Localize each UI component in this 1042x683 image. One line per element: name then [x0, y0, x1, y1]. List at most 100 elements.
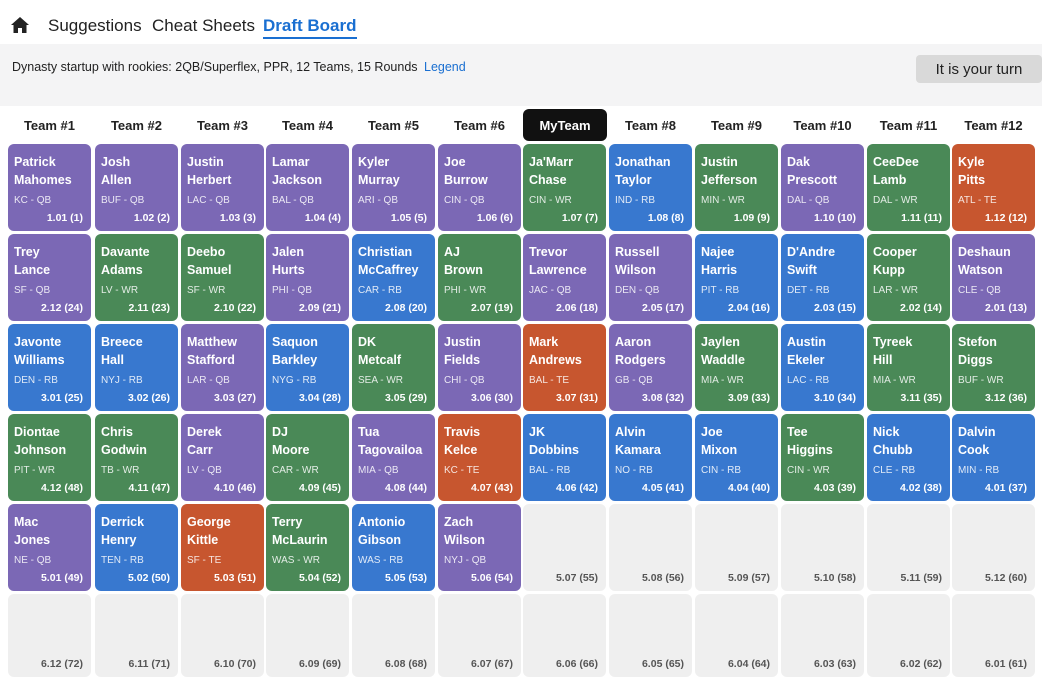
empty-pick-slot[interactable]: 5.12 (60) — [952, 504, 1035, 591]
team-header-7[interactable]: MyTeam — [523, 109, 607, 141]
player-pick-card[interactable]: Justin Fields CHI - QB 3.06 (30) — [438, 324, 521, 411]
player-team-position: BAL - RB — [529, 465, 571, 476]
tab-draft-board[interactable]: Draft Board — [263, 16, 357, 39]
empty-pick-slot[interactable]: 6.02 (62) — [867, 594, 950, 677]
empty-pick-slot[interactable]: 6.10 (70) — [181, 594, 264, 677]
player-pick-card[interactable]: Mark Andrews BAL - TE 3.07 (31) — [523, 324, 606, 411]
player-pick-card[interactable]: Patrick Mahomes KC - QB 1.01 (1) — [8, 144, 91, 231]
player-pick-card[interactable]: Justin Herbert LAC - QB 1.03 (3) — [181, 144, 264, 231]
home-icon[interactable] — [10, 16, 30, 34]
team-header-1[interactable]: Team #1 — [8, 109, 91, 141]
player-pick-card[interactable]: Justin Jefferson MIN - WR 1.09 (9) — [695, 144, 778, 231]
player-last-name: Kamara — [615, 443, 661, 457]
empty-pick-slot[interactable]: 5.07 (55) — [523, 504, 606, 591]
player-pick-card[interactable]: Breece Hall NYJ - RB 3.02 (26) — [95, 324, 178, 411]
player-pick-card[interactable]: Javonte Williams DEN - RB 3.01 (25) — [8, 324, 91, 411]
empty-pick-slot[interactable]: 5.11 (59) — [867, 504, 950, 591]
player-last-name: Samuel — [187, 263, 232, 277]
player-pick-card[interactable]: DK Metcalf SEA - WR 3.05 (29) — [352, 324, 435, 411]
team-header-9[interactable]: Team #9 — [695, 109, 778, 141]
team-header-3[interactable]: Team #3 — [181, 109, 264, 141]
player-pick-card[interactable]: Antonio Gibson WAS - RB 5.05 (53) — [352, 504, 435, 591]
empty-pick-slot[interactable]: 5.08 (56) — [609, 504, 692, 591]
player-pick-card[interactable]: Chris Godwin TB - WR 4.11 (47) — [95, 414, 178, 501]
empty-pick-slot[interactable]: 5.10 (58) — [781, 504, 864, 591]
team-header-12[interactable]: Team #12 — [952, 109, 1035, 141]
player-pick-card[interactable]: Diontae Johnson PIT - WR 4.12 (48) — [8, 414, 91, 501]
legend-link[interactable]: Legend — [424, 60, 466, 74]
player-pick-card[interactable]: Najee Harris PIT - RB 2.04 (16) — [695, 234, 778, 321]
player-pick-card[interactable]: Deebo Samuel SF - WR 2.10 (22) — [181, 234, 264, 321]
team-header-4[interactable]: Team #4 — [266, 109, 349, 141]
player-pick-card[interactable]: Cooper Kupp LAR - WR 2.02 (14) — [867, 234, 950, 321]
empty-pick-slot[interactable]: 6.04 (64) — [695, 594, 778, 677]
empty-pick-slot[interactable]: 6.05 (65) — [609, 594, 692, 677]
player-first-name: Tee — [787, 425, 808, 439]
empty-pick-slot[interactable]: 5.09 (57) — [695, 504, 778, 591]
player-pick-card[interactable]: Aaron Rodgers GB - QB 3.08 (32) — [609, 324, 692, 411]
player-pick-card[interactable]: Ja'Marr Chase CIN - WR 1.07 (7) — [523, 144, 606, 231]
player-pick-card[interactable]: Joe Burrow CIN - QB 1.06 (6) — [438, 144, 521, 231]
player-pick-card[interactable]: Travis Kelce KC - TE 4.07 (43) — [438, 414, 521, 501]
pick-number: 4.05 (41) — [641, 482, 684, 494]
tab-cheat-sheets[interactable]: Cheat Sheets — [152, 16, 255, 36]
player-pick-card[interactable]: George Kittle SF - TE 5.03 (51) — [181, 504, 264, 591]
pick-number: 2.11 (23) — [128, 302, 170, 314]
empty-pick-slot[interactable]: 6.01 (61) — [952, 594, 1035, 677]
player-first-name: Trey — [14, 245, 40, 259]
tab-suggestions[interactable]: Suggestions — [48, 16, 142, 36]
player-pick-card[interactable]: Joe Mixon CIN - RB 4.04 (40) — [695, 414, 778, 501]
empty-pick-slot[interactable]: 6.03 (63) — [781, 594, 864, 677]
player-pick-card[interactable]: Derrick Henry TEN - RB 5.02 (50) — [95, 504, 178, 591]
pick-number: 4.08 (44) — [384, 482, 427, 494]
empty-pick-slot[interactable]: 6.08 (68) — [352, 594, 435, 677]
player-pick-card[interactable]: Alvin Kamara NO - RB 4.05 (41) — [609, 414, 692, 501]
player-pick-card[interactable]: Kyler Murray ARI - QB 1.05 (5) — [352, 144, 435, 231]
player-pick-card[interactable]: Trevor Lawrence JAC - QB 2.06 (18) — [523, 234, 606, 321]
player-pick-card[interactable]: Tua Tagovailoa MIA - QB 4.08 (44) — [352, 414, 435, 501]
player-pick-card[interactable]: Josh Allen BUF - QB 1.02 (2) — [95, 144, 178, 231]
player-pick-card[interactable]: Dak Prescott DAL - QB 1.10 (10) — [781, 144, 864, 231]
player-pick-card[interactable]: Nick Chubb CLE - RB 4.02 (38) — [867, 414, 950, 501]
player-pick-card[interactable]: D'Andre Swift DET - RB 2.03 (15) — [781, 234, 864, 321]
team-header-8[interactable]: Team #8 — [609, 109, 692, 141]
player-pick-card[interactable]: Lamar Jackson BAL - QB 1.04 (4) — [266, 144, 349, 231]
player-pick-card[interactable]: Trey Lance SF - QB 2.12 (24) — [8, 234, 91, 321]
player-pick-card[interactable]: Mac Jones NE - QB 5.01 (49) — [8, 504, 91, 591]
player-pick-card[interactable]: Russell Wilson DEN - QB 2.05 (17) — [609, 234, 692, 321]
player-pick-card[interactable]: Jaylen Waddle MIA - WR 3.09 (33) — [695, 324, 778, 411]
empty-pick-slot[interactable]: 6.06 (66) — [523, 594, 606, 677]
player-pick-card[interactable]: Saquon Barkley NYG - RB 3.04 (28) — [266, 324, 349, 411]
player-pick-card[interactable]: Stefon Diggs BUF - WR 3.12 (36) — [952, 324, 1035, 411]
player-pick-card[interactable]: Deshaun Watson CLE - QB 2.01 (13) — [952, 234, 1035, 321]
player-pick-card[interactable]: Terry McLaurin WAS - WR 5.04 (52) — [266, 504, 349, 591]
player-pick-card[interactable]: Christian McCaffrey CAR - RB 2.08 (20) — [352, 234, 435, 321]
pick-number: 2.10 (22) — [213, 302, 256, 314]
pick-number: 5.04 (52) — [298, 572, 341, 584]
empty-pick-slot[interactable]: 6.09 (69) — [266, 594, 349, 677]
team-header-11[interactable]: Team #11 — [867, 109, 950, 141]
player-pick-card[interactable]: Jonathan Taylor IND - RB 1.08 (8) — [609, 144, 692, 231]
player-pick-card[interactable]: Zach Wilson NYJ - QB 5.06 (54) — [438, 504, 521, 591]
empty-pick-slot[interactable]: 6.07 (67) — [438, 594, 521, 677]
player-pick-card[interactable]: Austin Ekeler LAC - RB 3.10 (34) — [781, 324, 864, 411]
empty-pick-slot[interactable]: 6.12 (72) — [8, 594, 91, 677]
player-pick-card[interactable]: Tee Higgins CIN - WR 4.03 (39) — [781, 414, 864, 501]
player-pick-card[interactable]: Tyreek Hill MIA - WR 3.11 (35) — [867, 324, 950, 411]
team-header-6[interactable]: Team #6 — [438, 109, 521, 141]
player-pick-card[interactable]: Davante Adams LV - WR 2.11 (23) — [95, 234, 178, 321]
player-pick-card[interactable]: Matthew Stafford LAR - QB 3.03 (27) — [181, 324, 264, 411]
player-pick-card[interactable]: CeeDee Lamb DAL - WR 1.11 (11) — [867, 144, 950, 231]
team-header-2[interactable]: Team #2 — [95, 109, 178, 141]
player-pick-card[interactable]: Kyle Pitts ATL - TE 1.12 (12) — [952, 144, 1035, 231]
team-header-10[interactable]: Team #10 — [781, 109, 864, 141]
player-pick-card[interactable]: Derek Carr LV - QB 4.10 (46) — [181, 414, 264, 501]
player-pick-card[interactable]: Jalen Hurts PHI - QB 2.09 (21) — [266, 234, 349, 321]
player-pick-card[interactable]: JK Dobbins BAL - RB 4.06 (42) — [523, 414, 606, 501]
empty-pick-slot[interactable]: 6.11 (71) — [95, 594, 178, 677]
team-header-5[interactable]: Team #5 — [352, 109, 435, 141]
player-pick-card[interactable]: DJ Moore CAR - WR 4.09 (45) — [266, 414, 349, 501]
player-pick-card[interactable]: Dalvin Cook MIN - RB 4.01 (37) — [952, 414, 1035, 501]
your-turn-button[interactable]: It is your turn — [916, 55, 1042, 83]
player-pick-card[interactable]: AJ Brown PHI - WR 2.07 (19) — [438, 234, 521, 321]
